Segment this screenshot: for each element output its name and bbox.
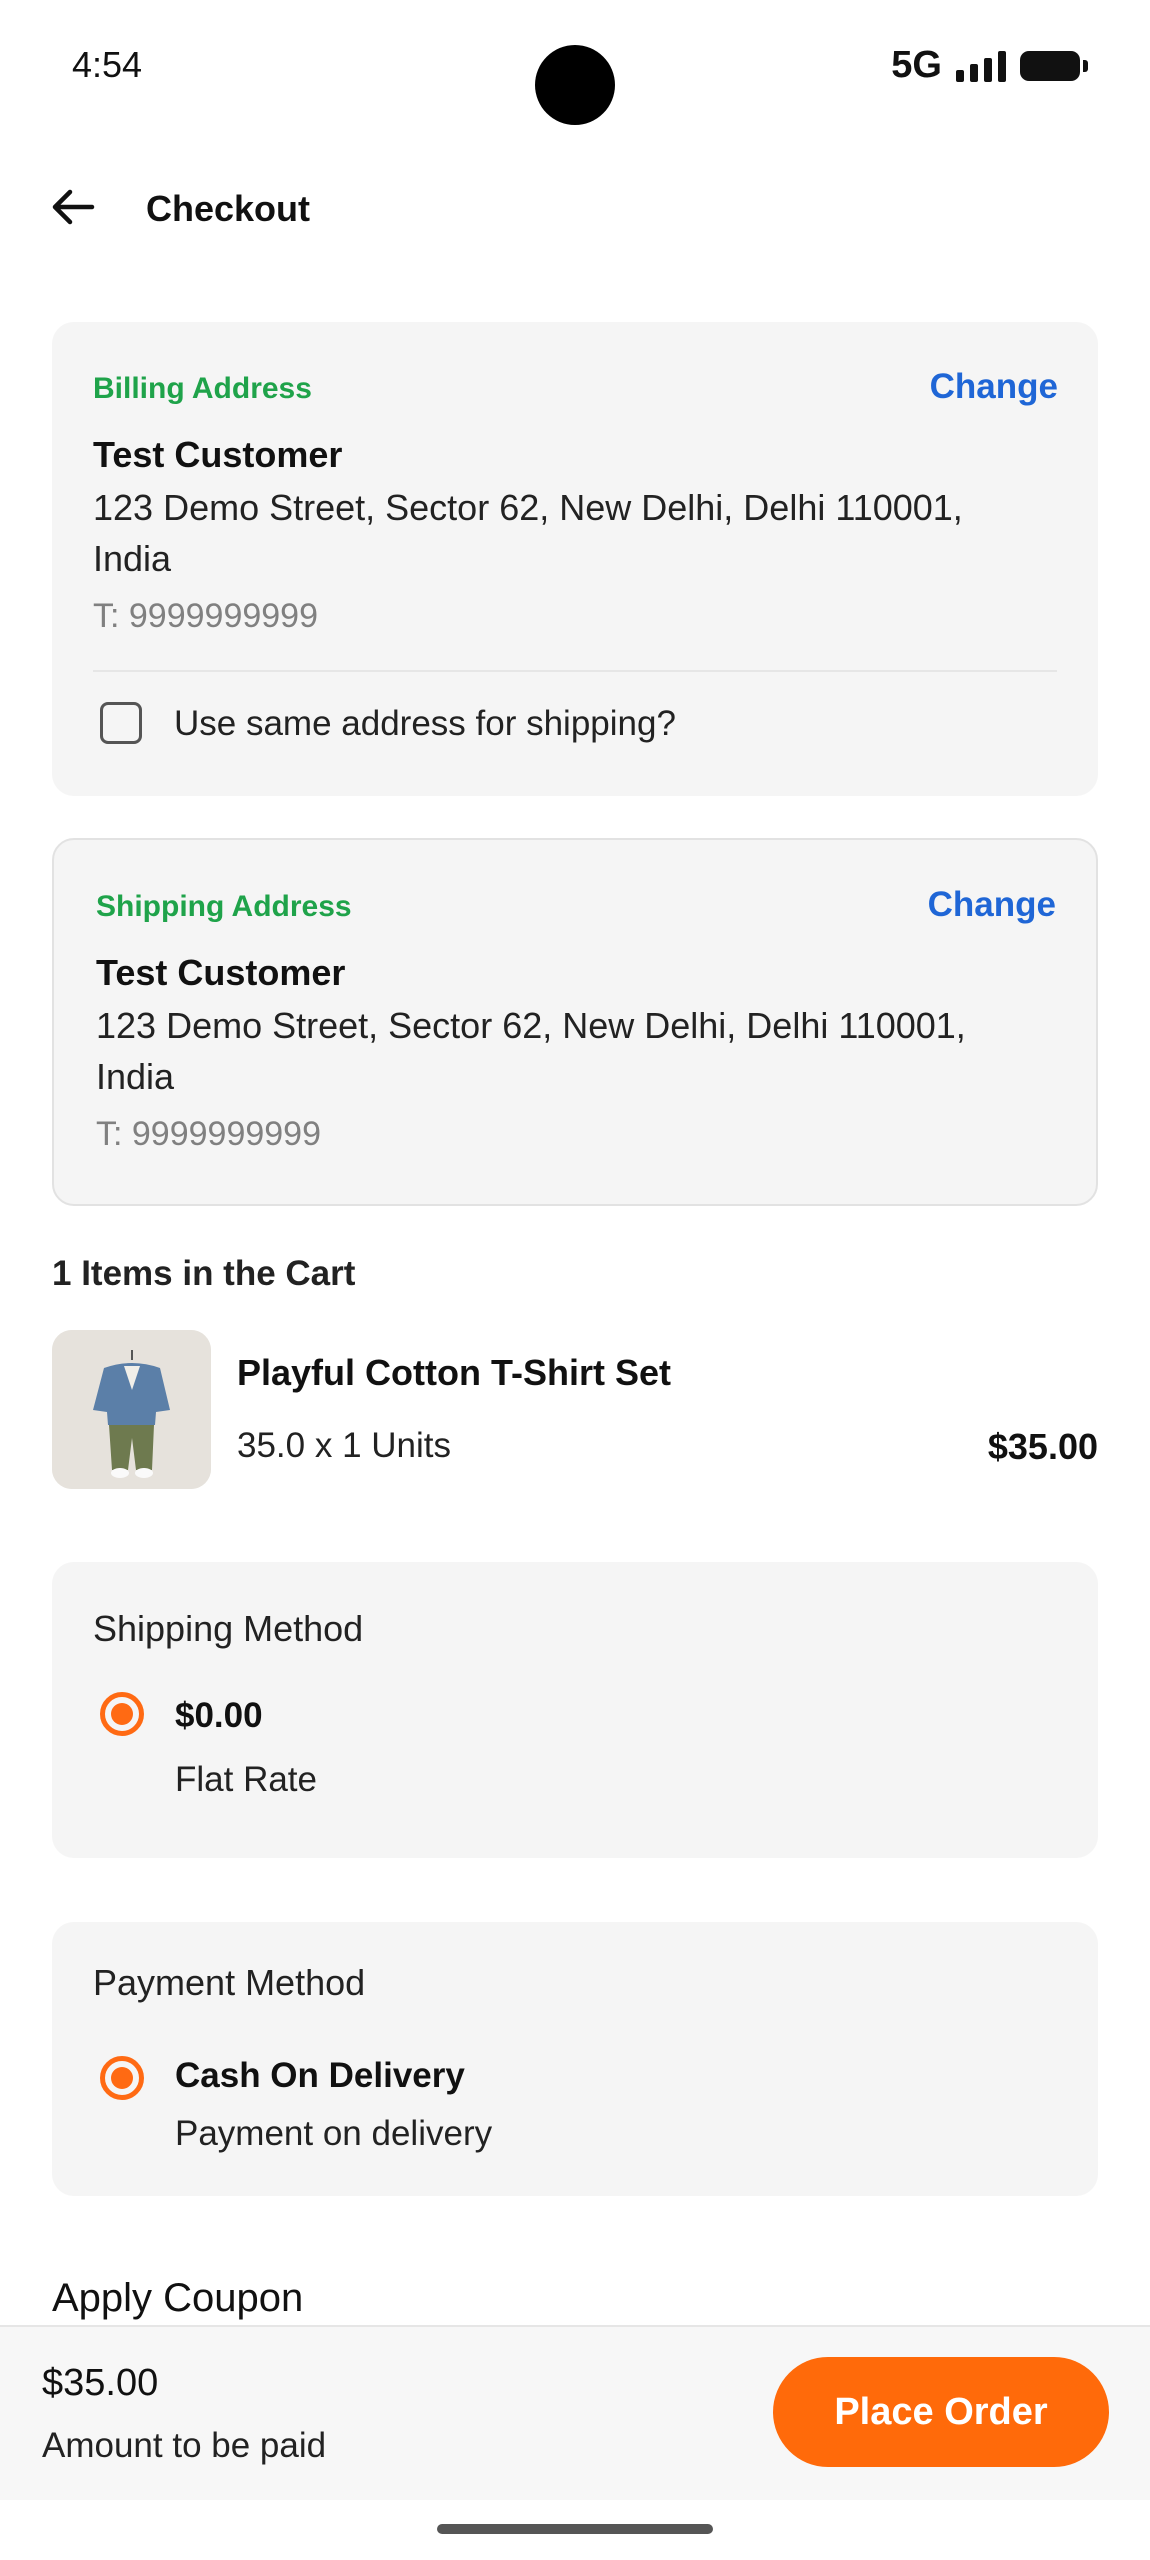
apply-coupon-title[interactable]: Apply Coupon <box>52 2276 303 2321</box>
place-order-button[interactable]: Place Order <box>773 2357 1109 2467</box>
back-arrow-icon[interactable] <box>48 182 98 232</box>
payment-radio-selected[interactable] <box>100 2056 144 2100</box>
status-icons: 5G <box>891 44 1088 87</box>
same-address-label[interactable]: Use same address for shipping? <box>174 704 676 744</box>
battery-icon <box>1020 50 1088 81</box>
shipping-change-button[interactable]: Change <box>928 885 1056 925</box>
same-address-checkbox[interactable] <box>100 702 142 744</box>
payment-option-description: Payment on delivery <box>175 2114 493 2153</box>
status-time: 4:54 <box>72 44 143 85</box>
order-total: $35.00 <box>42 2362 159 2404</box>
billing-address-line2: India <box>93 538 172 579</box>
shipping-radio-selected[interactable] <box>100 1692 144 1736</box>
network-type: 5G <box>891 44 942 86</box>
product-price: $35.00 <box>987 1426 1098 1467</box>
shipping-address-label: Shipping Address <box>96 890 352 923</box>
signal-icon <box>956 50 1006 82</box>
shipping-address-card: Shipping Address Change Test Customer 12… <box>52 838 1098 1206</box>
shipping-address-line2: India <box>96 1056 175 1097</box>
billing-name: Test Customer <box>93 434 343 475</box>
shipping-option-name: Flat Rate <box>175 1760 317 1799</box>
payment-method-title: Payment Method <box>93 1962 366 2003</box>
shipping-name: Test Customer <box>96 952 346 993</box>
front-camera <box>535 45 615 125</box>
product-name: Playful Cotton T-Shirt Set <box>237 1352 672 1393</box>
home-indicator[interactable] <box>437 2524 713 2534</box>
billing-address-label: Billing Address <box>93 372 312 405</box>
cart-title: 1 Items in the Cart <box>52 1254 356 1293</box>
shipping-method-title: Shipping Method <box>93 1608 364 1649</box>
shipping-method-card: Shipping Method $0.00 Flat Rate <box>52 1562 1098 1858</box>
billing-phone: T: 9999999999 <box>93 597 318 635</box>
billing-address-card: Billing Address Change Test Customer 123… <box>52 322 1098 796</box>
billing-divider <box>93 670 1057 672</box>
billing-change-button[interactable]: Change <box>930 367 1058 407</box>
page-title: Checkout <box>146 188 311 229</box>
shipping-phone: T: 9999999999 <box>96 1115 321 1153</box>
product-image <box>52 1330 211 1489</box>
billing-address-line1: 123 Demo Street, Sector 62, New Delhi, D… <box>93 487 963 528</box>
payment-method-card: Payment Method Cash On Delivery Payment … <box>52 1922 1098 2196</box>
order-total-label: Amount to be paid <box>42 2426 327 2465</box>
product-quantity: 35.0 x 1 Units <box>237 1426 451 1465</box>
shipping-option-price: $0.00 <box>175 1696 263 1735</box>
shipping-address-line1: 123 Demo Street, Sector 62, New Delhi, D… <box>96 1005 966 1046</box>
cart-item[interactable]: Playful Cotton T-Shirt Set 35.0 x 1 Unit… <box>52 1330 1098 1490</box>
payment-option-name: Cash On Delivery <box>175 2056 465 2095</box>
